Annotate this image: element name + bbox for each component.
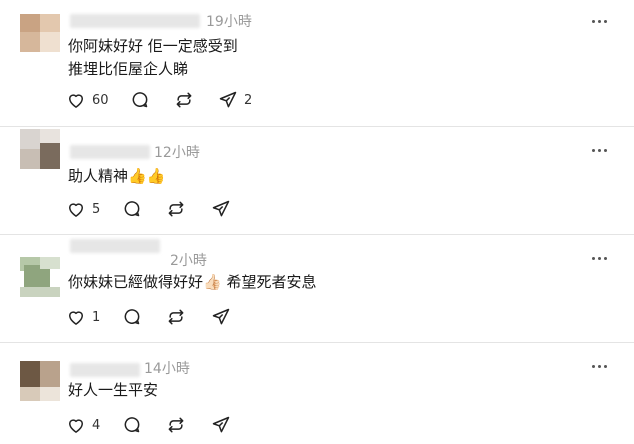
repost-button[interactable] (166, 307, 186, 327)
heart-icon (69, 203, 83, 217)
like-count: 4 (92, 417, 101, 433)
username-blurred[interactable] (70, 239, 160, 253)
comment-text: 助人精神 (68, 167, 129, 185)
comment-text-tail: 希望死者安息 (221, 273, 317, 291)
repost-icon (176, 92, 192, 108)
comment-icon (124, 201, 140, 217)
avatar[interactable] (20, 361, 60, 401)
send-icon (219, 91, 237, 108)
comment-text-line: 你妹妹已經做得好好👍🏻 希望死者安息 (68, 270, 316, 294)
repost-icon (168, 201, 184, 217)
like-button[interactable]: 4 (66, 415, 100, 435)
more-options-icon[interactable] (592, 250, 608, 266)
comment-icon (124, 417, 140, 433)
avatar[interactable] (20, 14, 60, 54)
like-button[interactable]: 5 (66, 199, 100, 219)
repost-icon (168, 309, 184, 325)
heart-icon (69, 419, 83, 433)
comment-actions: 1 (66, 307, 366, 327)
comment-actions: 4 (66, 415, 366, 435)
repost-button[interactable] (174, 90, 194, 110)
like-button[interactable]: 60 (66, 90, 109, 110)
comment-item: 14小時 好人一生平安 4 (0, 343, 634, 444)
avatar[interactable] (20, 129, 60, 169)
repost-button[interactable] (166, 199, 186, 219)
username-blurred[interactable] (70, 363, 140, 377)
timestamp: 19小時 (206, 14, 252, 30)
reply-button[interactable] (130, 90, 150, 110)
comment-text-line: 助人精神👍👍 (68, 164, 165, 188)
heart-icon (69, 311, 83, 325)
more-options-icon[interactable] (592, 358, 608, 374)
comment-icon (132, 92, 148, 108)
reply-button[interactable] (122, 415, 142, 435)
timestamp: 12小時 (154, 145, 200, 161)
comment-text-line: 你阿妹好好 佢一定感受到 (68, 37, 238, 55)
comment-text-line: 推埋比佢屋企人睇 (68, 60, 189, 78)
reply-button[interactable] (122, 307, 142, 327)
comment-item: 12小時 助人精神👍👍 5 (0, 127, 634, 234)
share-count: 2 (244, 92, 253, 108)
comment-text: 你妹妹已經做得好好 (68, 273, 204, 291)
thumbs-up-emoji: 👍🏻 (203, 273, 222, 291)
like-count: 1 (92, 309, 101, 325)
comment-actions: 60 2 (66, 90, 366, 110)
heart-icon (69, 94, 83, 108)
like-button[interactable]: 1 (66, 307, 100, 327)
share-button[interactable] (211, 307, 231, 327)
repost-icon (168, 417, 184, 433)
comment-item: 2小時 你妹妹已經做得好好👍🏻 希望死者安息 1 (0, 235, 634, 342)
comment-item: 19小時 你阿妹好好 佢一定感受到 推埋比佢屋企人睇 60 2 (0, 0, 634, 126)
repost-button[interactable] (166, 415, 186, 435)
share-button[interactable] (211, 199, 231, 219)
comment-icon (124, 309, 140, 325)
like-count: 5 (92, 201, 101, 217)
send-icon (212, 200, 230, 217)
thumbs-up-emoji: 👍👍 (128, 167, 166, 185)
like-count: 60 (92, 92, 109, 108)
more-options-icon[interactable] (592, 13, 608, 29)
share-button[interactable] (211, 415, 231, 435)
share-button[interactable]: 2 (218, 90, 252, 110)
send-icon (212, 308, 230, 325)
username-blurred[interactable] (70, 145, 150, 159)
send-icon (212, 416, 230, 433)
timestamp: 14小時 (144, 361, 190, 377)
avatar[interactable] (20, 257, 60, 297)
more-options-icon[interactable] (592, 142, 608, 158)
reply-button[interactable] (122, 199, 142, 219)
comment-text-line: 好人一生平安 (68, 381, 159, 399)
timestamp: 2小時 (170, 253, 207, 269)
comment-actions: 5 (66, 199, 366, 219)
username-blurred[interactable] (70, 14, 200, 28)
